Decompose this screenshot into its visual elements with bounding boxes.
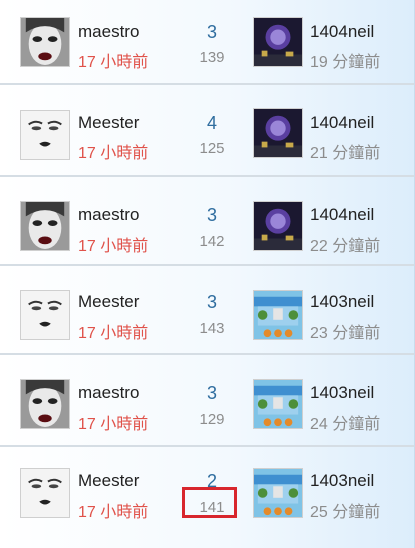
author-time: 17 小時前 — [78, 325, 149, 342]
view-count: 139 — [199, 49, 225, 66]
view-count: 129 — [199, 411, 225, 428]
reply-count: 3 — [206, 22, 217, 42]
view-count: 142 — [199, 233, 225, 250]
fireworks-icon — [254, 202, 302, 250]
highlight-box — [182, 487, 237, 518]
last-poster-name[interactable]: 1403neil — [310, 292, 374, 312]
author-name[interactable]: maestro — [78, 22, 139, 42]
last-poster-name[interactable]: 1403neil — [310, 383, 374, 403]
woman-face-icon — [21, 18, 69, 66]
last-post-time: 19 分鐘前 — [310, 54, 381, 71]
last-post-avatar[interactable] — [253, 17, 303, 67]
author-time: 17 小時前 — [78, 238, 149, 255]
reply-count: 3 — [206, 383, 217, 403]
last-poster-name[interactable]: 1403neil — [310, 471, 374, 491]
playground-icon — [254, 469, 302, 517]
author-time: 17 小時前 — [78, 416, 149, 433]
thread-row[interactable]: Meester 17 小時前 3 143 1403neil 23 分鐘前 — [0, 266, 414, 355]
author-time: 17 小時前 — [78, 54, 149, 71]
last-post-avatar[interactable] — [253, 468, 303, 518]
last-post-avatar[interactable] — [253, 290, 303, 340]
author-name[interactable]: maestro — [78, 383, 139, 403]
author-name[interactable]: maestro — [78, 205, 139, 225]
last-post-avatar[interactable] — [253, 379, 303, 429]
last-post-avatar[interactable] — [253, 201, 303, 251]
thread-list: maestro 17 小時前 3 139 1404neil 19 分鐘前 Mee… — [0, 0, 415, 548]
author-name[interactable]: Meester — [78, 292, 139, 312]
last-poster-name[interactable]: 1404neil — [310, 113, 374, 133]
author-name[interactable]: Meester — [78, 113, 139, 133]
avatar[interactable] — [20, 110, 70, 160]
fireworks-icon — [254, 109, 302, 157]
avatar[interactable] — [20, 379, 70, 429]
reply-count: 4 — [206, 113, 217, 133]
avatar[interactable] — [20, 201, 70, 251]
thread-row[interactable]: maestro 17 小時前 3 142 1404neil 22 分鐘前 — [0, 177, 414, 266]
thread-row[interactable]: maestro 17 小時前 3 139 1404neil 19 分鐘前 — [0, 0, 414, 85]
last-post-time: 25 分鐘前 — [310, 504, 381, 521]
avatar[interactable] — [20, 290, 70, 340]
face-sketch-icon — [21, 469, 69, 517]
thread-row[interactable]: maestro 17 小時前 3 129 1403neil 24 分鐘前 — [0, 355, 414, 447]
avatar[interactable] — [20, 17, 70, 67]
last-post-time: 24 分鐘前 — [310, 416, 381, 433]
author-name[interactable]: Meester — [78, 471, 139, 491]
last-poster-name[interactable]: 1404neil — [310, 22, 374, 42]
playground-icon — [254, 291, 302, 339]
last-post-time: 21 分鐘前 — [310, 145, 381, 162]
last-post-time: 23 分鐘前 — [310, 325, 381, 342]
view-count: 125 — [199, 140, 225, 157]
view-count: 143 — [199, 320, 225, 337]
woman-face-icon — [21, 202, 69, 250]
avatar[interactable] — [20, 468, 70, 518]
playground-icon — [254, 380, 302, 428]
reply-count: 3 — [206, 205, 217, 225]
reply-count: 3 — [206, 292, 217, 312]
author-time: 17 小時前 — [78, 504, 149, 521]
last-post-avatar[interactable] — [253, 108, 303, 158]
woman-face-icon — [21, 380, 69, 428]
last-post-time: 22 分鐘前 — [310, 238, 381, 255]
thread-row[interactable]: Meester 17 小時前 4 125 1404neil 21 分鐘前 — [0, 85, 414, 177]
last-poster-name[interactable]: 1404neil — [310, 205, 374, 225]
face-sketch-icon — [21, 111, 69, 159]
fireworks-icon — [254, 18, 302, 66]
face-sketch-icon — [21, 291, 69, 339]
author-time: 17 小時前 — [78, 145, 149, 162]
